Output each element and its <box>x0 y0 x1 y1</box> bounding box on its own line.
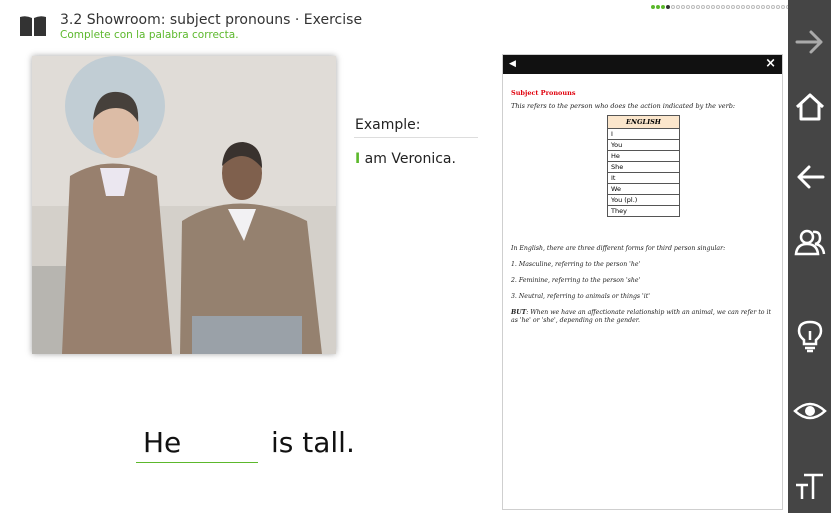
progress-dot <box>781 5 785 9</box>
progress-dot <box>776 5 780 9</box>
progress-dot <box>696 5 700 9</box>
sidebar <box>788 0 831 513</box>
table-row: It <box>607 172 680 184</box>
users-icon <box>794 229 825 256</box>
progress-dot <box>746 5 750 9</box>
panel-toolbar: ◀ × <box>503 55 782 74</box>
eye-icon <box>792 402 827 420</box>
progress-dot <box>771 5 775 9</box>
progress-dot <box>651 5 655 9</box>
panel-collapse-icon[interactable]: ◀ <box>509 59 516 69</box>
table-row: He <box>607 150 680 162</box>
progress-dot <box>701 5 705 9</box>
progress-dot <box>671 5 675 9</box>
home-icon <box>795 93 824 121</box>
answer-field[interactable]: He <box>143 426 181 459</box>
table-row: You (pl.) <box>607 194 680 206</box>
progress-dot <box>666 5 670 9</box>
table-cell: You <box>607 139 680 151</box>
divider <box>354 137 478 138</box>
progress-dot <box>761 5 765 9</box>
panel-text-rest: : When we have an affectionate relations… <box>511 309 771 324</box>
home-button[interactable] <box>788 87 831 127</box>
table-cell: I <box>607 128 680 140</box>
exercise-photo <box>32 56 336 354</box>
progress-dot <box>656 5 660 9</box>
table-cell: She <box>607 161 680 173</box>
pronoun-table: ENGLISH I You He She It We You (pl.) The… <box>607 115 680 217</box>
progress-dot <box>736 5 740 9</box>
progress-dot <box>676 5 680 9</box>
table-cell: It <box>607 172 680 184</box>
panel-heading: Subject Pronouns <box>511 89 576 97</box>
panel-text: 3. Neutral, referring to animals or thin… <box>511 293 650 300</box>
panel-intro: This refers to the person who does the a… <box>511 102 736 110</box>
progress-dot <box>731 5 735 9</box>
arrow-right-icon <box>795 30 822 54</box>
exercise-page: 3.2 Showroom: subject pronouns · Exercis… <box>0 0 831 513</box>
panel-text: 1. Masculine, referring to the person 'h… <box>511 261 641 268</box>
progress-dot <box>766 5 770 9</box>
example-sentence: I am Veronica. <box>355 151 456 167</box>
text-size-icon <box>795 473 823 499</box>
progress-dot <box>691 5 695 9</box>
lightbulb-icon <box>797 320 822 353</box>
progress-dot <box>706 5 710 9</box>
table-row: I <box>607 128 680 140</box>
answer-underline <box>136 462 258 463</box>
panel-text: 2. Feminine, referring to the person 'sh… <box>511 277 641 284</box>
table-header: ENGLISH <box>607 115 680 129</box>
table-row: They <box>607 205 680 217</box>
page-title: 3.2 Showroom: subject pronouns · Exercis… <box>60 12 363 28</box>
grammar-panel: ◀ × Subject Pronouns This refers to the … <box>502 54 783 510</box>
progress-dot <box>741 5 745 9</box>
panel-content: Subject Pronouns This refers to the pers… <box>503 74 782 325</box>
view-button[interactable] <box>788 391 831 431</box>
arrow-left-icon <box>797 165 824 189</box>
hint-button[interactable] <box>788 316 831 356</box>
progress-dot <box>711 5 715 9</box>
table-cell: They <box>607 205 680 217</box>
table-cell: He <box>607 150 680 162</box>
close-icon[interactable]: × <box>765 56 776 71</box>
users-button[interactable] <box>788 222 831 262</box>
text-size-button[interactable] <box>788 466 831 506</box>
progress-dot <box>721 5 725 9</box>
two-men-photo <box>32 56 336 354</box>
progress-dot <box>661 5 665 9</box>
panel-text: In English, there are three different fo… <box>511 245 726 252</box>
table-cell: You (pl.) <box>607 194 680 206</box>
progress-dot <box>686 5 690 9</box>
progress-dot <box>726 5 730 9</box>
progress-dot <box>751 5 755 9</box>
progress-dot <box>756 5 760 9</box>
back-button[interactable] <box>788 157 831 197</box>
table-row: We <box>607 183 680 195</box>
next-button[interactable] <box>788 22 831 62</box>
table-row: You <box>607 139 680 151</box>
book-icon <box>20 16 46 36</box>
table-cell: We <box>607 183 680 195</box>
table-row: She <box>607 161 680 173</box>
page-instructions: Complete con la palabra correcta. <box>60 29 239 41</box>
panel-text: BUT: When we have an affectionate relati… <box>511 309 774 325</box>
example-sentence-rest: am Veronica. <box>360 151 456 167</box>
sentence-rest: is tall. <box>271 426 355 459</box>
panel-text-bold: BUT <box>511 309 527 316</box>
progress-dot <box>716 5 720 9</box>
example-label: Example: <box>355 117 421 133</box>
progress-dot <box>681 5 685 9</box>
